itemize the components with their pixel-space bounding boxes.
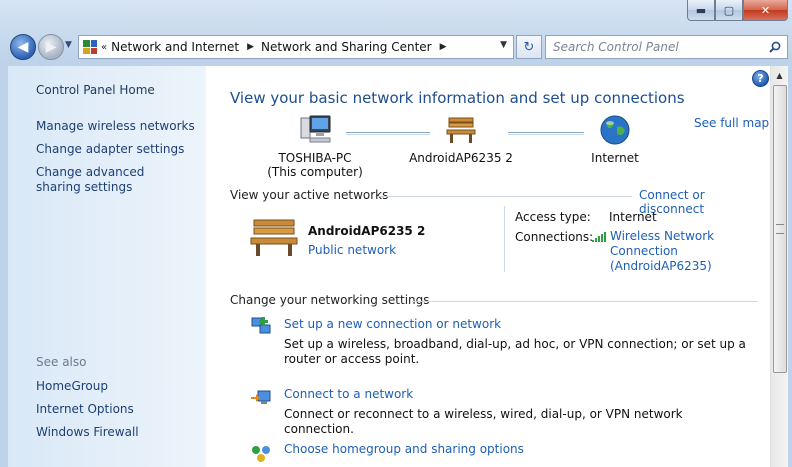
connect-to-network-link[interactable]: Connect to a network <box>284 387 413 401</box>
map-node-network[interactable]: AndroidAP6235 2 <box>406 114 516 165</box>
scroll-up-icon[interactable]: ▲ <box>772 67 787 83</box>
sidebar-internet-options[interactable]: Internet Options <box>36 402 196 417</box>
map-node-computer[interactable]: TOSHIBA-PC (This computer) <box>260 114 370 179</box>
network-sharing-center-window: ▬ ▢ ✕ ◀ ▶ ▼ « Network and Internet ▶ Net… <box>0 0 792 467</box>
refresh-button[interactable]: ↻ <box>516 35 542 59</box>
search-box[interactable]: Search Control Panel <box>545 35 788 59</box>
active-network-name: AndroidAP6235 2 <box>308 224 426 238</box>
see-also-heading: See also <box>36 355 87 369</box>
bench-icon <box>250 219 298 256</box>
scrollbar-grip <box>776 224 784 234</box>
breadcrumb-arrow-icon[interactable]: ▶ <box>440 42 447 52</box>
connect-or-disconnect-link[interactable]: Connect or disconnect <box>639 188 773 216</box>
page-title: View your basic network information and … <box>230 89 685 107</box>
minimize-button[interactable]: ▬ <box>687 0 715 21</box>
content-area: Control Panel Home Manage wireless netwo… <box>8 66 788 467</box>
search-input[interactable]: Search Control Panel <box>553 40 769 54</box>
sidebar-change-advanced-sharing[interactable]: Change advanced sharing settings <box>36 165 186 195</box>
computer-name: TOSHIBA-PC <box>278 151 352 165</box>
sidebar: Control Panel Home Manage wireless netwo… <box>8 66 206 467</box>
access-type-label: Access type: <box>515 210 591 224</box>
main-panel: ? View your basic network information an… <box>206 66 773 467</box>
network-name: AndroidAP6235 2 <box>409 151 513 165</box>
vertical-scrollbar[interactable]: ▲ <box>770 66 788 467</box>
back-button[interactable]: ◀ <box>10 34 36 60</box>
sidebar-control-panel-home[interactable]: Control Panel Home <box>36 83 196 98</box>
new-connection-icon <box>251 317 271 334</box>
bench-icon <box>446 117 476 143</box>
wireless-signal-icon <box>592 232 606 242</box>
computer-icon <box>300 115 331 143</box>
connect-to-network-desc: Connect or reconnect to a wireless, wire… <box>284 407 683 436</box>
address-bar[interactable]: « Network and Internet ▶ Network and Sha… <box>78 35 514 59</box>
breadcrumb-network-and-internet[interactable]: Network and Internet <box>111 40 239 54</box>
scrollbar-thumb[interactable] <box>773 85 787 373</box>
change-settings-label: Change your networking settings <box>230 293 430 307</box>
computer-subtitle: (This computer) <box>267 165 363 179</box>
network-type-link[interactable]: Public network <box>308 243 396 257</box>
divider <box>412 301 758 302</box>
sidebar-manage-wireless-networks[interactable]: Manage wireless networks <box>36 119 196 134</box>
see-full-map-link[interactable]: See full map <box>694 116 769 130</box>
recent-pages-dropdown[interactable]: ▼ <box>65 40 72 50</box>
breadcrumb-network-and-sharing-center[interactable]: Network and Sharing Center <box>261 40 432 54</box>
active-networks-label: View your active networks <box>230 188 389 202</box>
navigation-bar: ◀ ▶ ▼ « Network and Internet ▶ Network a… <box>8 32 788 60</box>
sidebar-change-adapter-settings[interactable]: Change adapter settings <box>36 142 196 157</box>
map-node-internet[interactable]: Internet <box>570 114 660 165</box>
divider <box>378 196 632 197</box>
connections-label: Connections: <box>515 230 594 244</box>
vertical-divider <box>504 206 505 272</box>
setup-new-connection-link[interactable]: Set up a new connection or network <box>284 317 501 331</box>
address-overflow-chevron[interactable]: « <box>101 42 107 53</box>
homegroup-sharing-link[interactable]: Choose homegroup and sharing options <box>284 442 524 456</box>
globe-icon <box>600 115 630 145</box>
control-panel-icon <box>83 40 97 54</box>
search-icon[interactable] <box>769 41 781 53</box>
wireless-connection-link[interactable]: Wireless Network Connection (AndroidAP62… <box>610 229 760 274</box>
address-dropdown-icon[interactable]: ▼ <box>500 40 507 50</box>
breadcrumb-arrow-icon[interactable]: ▶ <box>247 42 254 52</box>
forward-button[interactable]: ▶ <box>38 34 64 60</box>
help-icon[interactable]: ? <box>752 70 769 87</box>
sidebar-homegroup[interactable]: HomeGroup <box>36 379 196 394</box>
access-type-value: Internet <box>609 210 657 224</box>
connect-network-icon <box>251 390 271 404</box>
sidebar-windows-firewall[interactable]: Windows Firewall <box>36 425 196 440</box>
internet-label: Internet <box>591 151 639 165</box>
close-button[interactable]: ✕ <box>743 0 788 21</box>
maximize-button[interactable]: ▢ <box>715 0 743 21</box>
setup-new-connection-desc: Set up a wireless, broadband, dial-up, a… <box>284 337 746 366</box>
homegroup-icon <box>252 446 270 462</box>
caption-buttons: ▬ ▢ ✕ <box>687 0 788 21</box>
